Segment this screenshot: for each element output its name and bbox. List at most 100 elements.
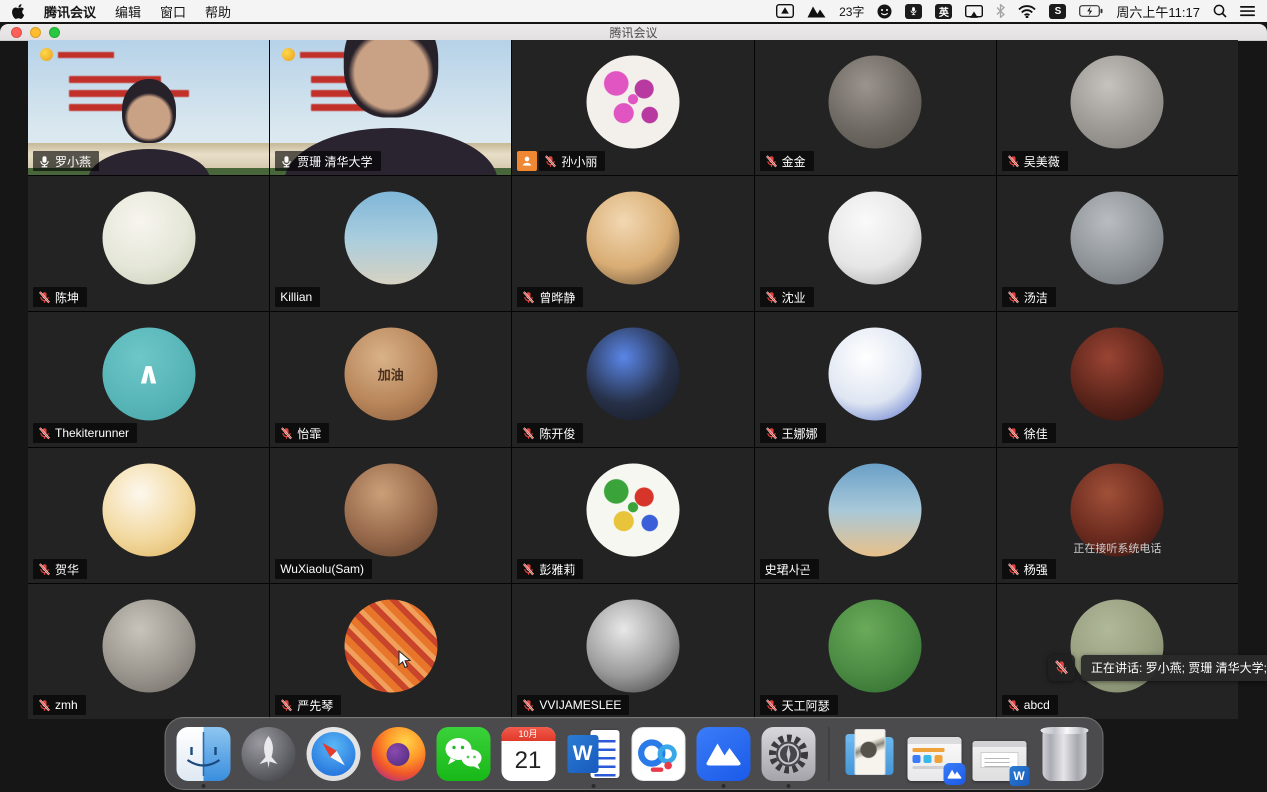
avatar: [344, 600, 437, 693]
name-badge: 徐佳: [1002, 423, 1056, 443]
participant-name: Thekiterunner: [55, 426, 129, 440]
badge-row: 沈业: [760, 287, 814, 307]
participant-tile[interactable]: WuXiaolu(Sam): [270, 448, 511, 583]
participant-tile[interactable]: 正在接听系统电话 杨强: [997, 448, 1238, 583]
participant-tile[interactable]: 金金: [755, 40, 996, 175]
participant-tile[interactable]: ∧ Thekiterunner: [28, 312, 269, 447]
calendar-month: 10月: [501, 727, 555, 741]
emoji-input-icon[interactable]: [877, 4, 892, 19]
zoom-button[interactable]: [49, 27, 60, 38]
dock-item-tencent-meeting[interactable]: [696, 727, 750, 781]
avatar-text: 加油: [378, 365, 404, 384]
screen-share-icon[interactable]: [776, 4, 794, 18]
dock: 10月 21 W W: [164, 717, 1103, 790]
participant-tile[interactable]: zmh: [28, 584, 269, 719]
dock-item-firefox[interactable]: [371, 727, 425, 781]
name-badge: WuXiaolu(Sam): [275, 559, 372, 579]
avatar: [586, 56, 679, 149]
badge-row: 孙小丽: [517, 151, 605, 171]
name-badge: Thekiterunner: [33, 423, 137, 443]
dock-item-word[interactable]: W: [566, 727, 620, 781]
participant-tile[interactable]: 史珺사곤: [755, 448, 996, 583]
participant-name: 王娜娜: [782, 425, 818, 442]
dock-item-safari[interactable]: [306, 727, 360, 781]
dock-item-finder[interactable]: [176, 727, 230, 781]
participant-tile[interactable]: 罗小燕: [28, 40, 269, 175]
participant-tile[interactable]: 徐佳: [997, 312, 1238, 447]
dock-item-wechat[interactable]: [436, 727, 490, 781]
dock-item-trash[interactable]: [1037, 727, 1091, 781]
avatar: [102, 464, 195, 557]
menu-clock[interactable]: 周六上午11:17: [1116, 2, 1200, 21]
voice-input-icon[interactable]: [905, 4, 922, 19]
dock-item-calendar[interactable]: 10月 21: [501, 727, 555, 781]
participant-tile[interactable]: 严先琴: [270, 584, 511, 719]
spotlight-search-icon[interactable]: [1213, 4, 1227, 18]
dock-item-minimized-window-word[interactable]: W: [972, 727, 1026, 781]
running-indicator: [201, 784, 205, 788]
participant-tile[interactable]: 王娜娜: [755, 312, 996, 447]
name-badge: 吴美薇: [1002, 151, 1068, 171]
participant-tile[interactable]: Killian: [270, 176, 511, 311]
badge-row: WuXiaolu(Sam): [275, 559, 372, 579]
notification-list-icon[interactable]: [1240, 5, 1255, 17]
dock-item-minimized-window-meeting[interactable]: [907, 727, 961, 781]
menu-window[interactable]: 窗口: [160, 2, 186, 21]
badge-row: 陈坤: [33, 287, 87, 307]
name-badge: 金金: [760, 151, 814, 171]
name-badge: 汤洁: [1002, 287, 1056, 307]
minimize-button[interactable]: [30, 27, 41, 38]
participant-tile[interactable]: 彭雅莉: [512, 448, 753, 583]
dock-item-baidu-netdisk[interactable]: [631, 727, 685, 781]
badge-row: 徐佳: [1002, 423, 1056, 443]
badge-row: 史珺사곤: [760, 559, 819, 579]
sogou-input-chip[interactable]: S: [1049, 4, 1066, 19]
participant-tile[interactable]: 曾晔静: [512, 176, 753, 311]
window-titlebar[interactable]: 腾讯会议: [0, 24, 1267, 41]
participant-tile[interactable]: 贾珊 清华大学: [270, 40, 511, 175]
avatar: [829, 192, 922, 285]
participant-name: 贾珊 清华大学: [297, 153, 372, 170]
avatar: [1071, 56, 1164, 149]
participant-name: Killian: [280, 290, 312, 304]
dock-item-launchpad[interactable]: [241, 727, 295, 781]
participant-tile[interactable]: 汤洁: [997, 176, 1238, 311]
mic-muted-icon[interactable]: [1048, 654, 1075, 681]
tencent-meeting-icon[interactable]: [807, 5, 826, 18]
dock-item-stack-folder[interactable]: [842, 727, 896, 781]
dock-item-system-preferences[interactable]: [761, 727, 815, 781]
host-icon: [517, 151, 537, 171]
meeting-window: 腾讯会议 罗小燕 贾珊 清华大学 孙小丽: [0, 24, 1267, 792]
airplay-display-icon[interactable]: [965, 5, 983, 18]
participant-tile[interactable]: abcd: [997, 584, 1238, 719]
menu-edit[interactable]: 编辑: [115, 2, 141, 21]
menu-app-name[interactable]: 腾讯会议: [44, 2, 96, 21]
ime-language-chip[interactable]: 英: [935, 4, 952, 19]
avatar: [586, 328, 679, 421]
menu-bar-status: 23字 英 S 周六上午11:17: [776, 2, 1255, 21]
participant-tile[interactable]: 贺华: [28, 448, 269, 583]
ime-word-count: 23字: [839, 3, 864, 20]
close-button[interactable]: [11, 27, 22, 38]
battery-charging-icon[interactable]: [1079, 5, 1103, 17]
apple-menu[interactable]: [12, 4, 25, 19]
participant-tile[interactable]: VVIJAMESLEE: [512, 584, 753, 719]
wifi-icon[interactable]: [1018, 5, 1036, 18]
avatar: [1071, 192, 1164, 285]
menu-bar-left: 腾讯会议 编辑 窗口 帮助: [12, 2, 231, 21]
avatar: [102, 600, 195, 693]
participant-tile[interactable]: 孙小丽: [512, 40, 753, 175]
participant-tile[interactable]: 天工阿瑟: [755, 584, 996, 719]
participant-tile[interactable]: 陈坤: [28, 176, 269, 311]
participant-tile[interactable]: 吴美薇: [997, 40, 1238, 175]
mic-muted-icon: [1007, 427, 1020, 440]
avatar: [586, 192, 679, 285]
menu-help[interactable]: 帮助: [205, 2, 231, 21]
participant-name: 史珺사곤: [765, 561, 811, 578]
participant-tile[interactable]: 加油 怡霏: [270, 312, 511, 447]
participant-tile[interactable]: 沈业: [755, 176, 996, 311]
badge-row: 杨强: [1002, 559, 1056, 579]
bluetooth-icon[interactable]: [996, 4, 1005, 18]
name-badge: 王娜娜: [760, 423, 826, 443]
participant-tile[interactable]: 陈开俊: [512, 312, 753, 447]
